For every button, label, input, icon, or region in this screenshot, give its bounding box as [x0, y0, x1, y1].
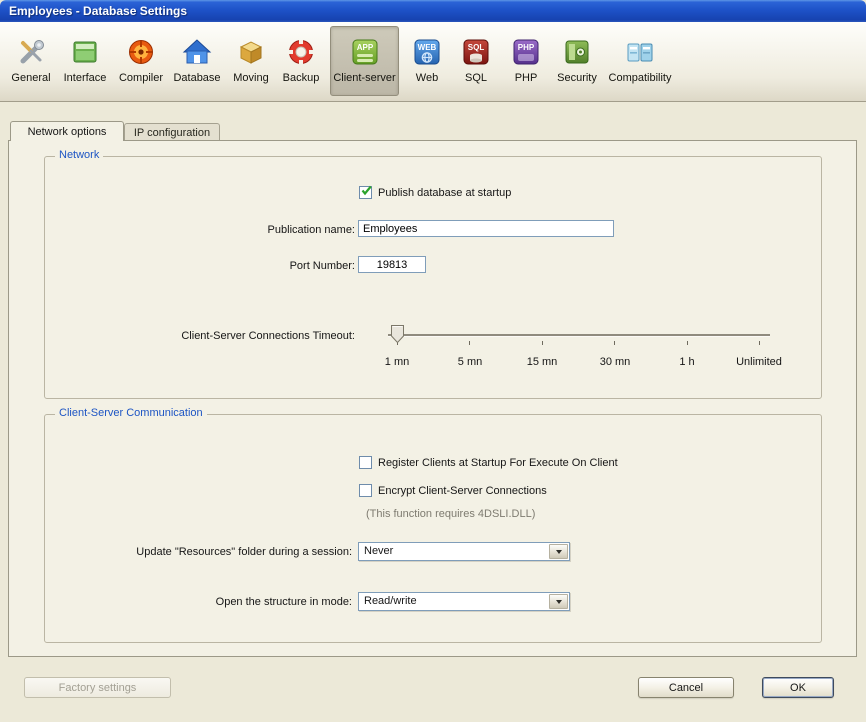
publication-name-label: Publication name: — [150, 224, 355, 236]
toolbar-item-general[interactable]: General — [8, 26, 54, 96]
encrypt-note: (This function requires 4DSLI.DLL) — [366, 508, 535, 520]
toolbar-item-web[interactable]: WEB SQL Web — [410, 26, 444, 96]
slider-tick-label: 30 mn — [600, 356, 631, 368]
toolbar-item-compiler[interactable]: Compiler — [116, 26, 166, 96]
sql-icon: SQL — [460, 36, 492, 68]
client-server-icon: APP — [349, 36, 381, 68]
register-clients-label: Register Clients at Startup For Execute … — [378, 457, 618, 469]
toolbar-item-sql[interactable]: SQL SQL — [459, 26, 493, 96]
timeout-slider-track[interactable] — [388, 334, 770, 336]
publication-name-input[interactable] — [358, 220, 614, 237]
slider-tick — [614, 341, 615, 345]
moving-icon — [235, 36, 267, 68]
toolbar-item-label: Database — [173, 72, 220, 84]
resources-folder-dropdown[interactable]: Never — [358, 542, 570, 561]
structure-mode-label: Open the structure in mode: — [60, 596, 352, 608]
title-bar[interactable]: Employees - Database Settings — [0, 0, 866, 22]
chevron-down-icon — [556, 600, 562, 604]
toolbar-item-database[interactable]: Database — [170, 26, 224, 96]
ok-button[interactable]: OK — [762, 677, 834, 698]
slider-tick-label: 5 mn — [458, 356, 482, 368]
backup-icon — [285, 36, 317, 68]
toolbar-item-label: Backup — [283, 72, 320, 84]
slider-tick-label: Unlimited — [736, 356, 782, 368]
web-icon: WEB — [411, 36, 443, 68]
toolbar-item-label: General — [11, 72, 50, 84]
publish-database-label: Publish database at startup — [378, 187, 511, 199]
toolbar-item-backup[interactable]: Backup — [278, 26, 324, 96]
network-group-legend: Network — [55, 149, 103, 161]
cancel-button[interactable]: Cancel — [638, 677, 734, 698]
toolbar-item-label: Moving — [233, 72, 268, 84]
toolbar-item-label: Compiler — [119, 72, 163, 84]
factory-settings-button[interactable]: Factory settings — [24, 677, 171, 698]
slider-tick-label: 15 mn — [527, 356, 558, 368]
app-badge-text: APP — [356, 43, 373, 52]
toolbar-item-label: SQL — [465, 72, 487, 84]
check-icon — [360, 184, 373, 197]
resources-folder-value: Never — [364, 545, 393, 557]
timeout-slider-thumb[interactable] — [391, 325, 404, 346]
toolbar-item-compatibility[interactable]: Compatibility — [606, 26, 674, 96]
toolbar-item-label: Client-server — [333, 72, 395, 84]
toolbar-item-label: PHP — [515, 72, 538, 84]
toolbar-item-label: Security — [557, 72, 597, 84]
port-number-label: Port Number: — [150, 260, 355, 272]
php-badge-text: PHP — [518, 43, 535, 52]
dropdown-button[interactable] — [549, 544, 568, 559]
database-settings-dialog: Employees - Database Settings General — [0, 0, 866, 722]
tab-ip-configuration[interactable]: IP configuration — [124, 123, 220, 141]
tab-label: Network options — [28, 126, 107, 138]
slider-tick — [469, 341, 470, 345]
sql-badge-text: SQL — [468, 43, 485, 52]
register-clients-checkbox[interactable] — [359, 456, 372, 469]
toolbar-item-security[interactable]: Security — [552, 26, 602, 96]
web-badge-text: WEB — [418, 43, 437, 52]
toolbar-item-moving[interactable]: Moving — [228, 26, 274, 96]
tools-icon — [15, 36, 47, 68]
encrypt-connections-checkbox[interactable] — [359, 484, 372, 497]
compatibility-icon — [624, 36, 656, 68]
window-title: Employees - Database Settings — [9, 4, 187, 18]
resources-folder-label: Update "Resources" folder during a sessi… — [60, 546, 352, 558]
slider-tick — [542, 341, 543, 345]
toolbar-item-label: Interface — [64, 72, 107, 84]
toolbar-item-interface[interactable]: Interface — [57, 26, 113, 96]
chevron-down-icon — [556, 550, 562, 554]
php-icon: PHP — [510, 36, 542, 68]
factory-settings-label: Factory settings — [59, 682, 137, 694]
slider-tick — [759, 341, 760, 345]
toolbar-item-client-server[interactable]: APP Client-server — [330, 26, 399, 96]
port-number-input[interactable] — [358, 256, 426, 273]
slider-tick-label: 1 mn — [385, 356, 409, 368]
encrypt-connections-label: Encrypt Client-Server Connections — [378, 485, 547, 497]
slider-tick — [687, 341, 688, 345]
structure-mode-dropdown[interactable]: Read/write — [358, 592, 570, 611]
toolbar-item-label: Web — [416, 72, 438, 84]
publish-database-checkbox[interactable] — [359, 186, 372, 199]
toolbar-item-label: Compatibility — [609, 72, 672, 84]
tab-label: IP configuration — [134, 127, 210, 139]
ok-label: OK — [790, 682, 806, 694]
interface-icon — [69, 36, 101, 68]
tab-network-options[interactable]: Network options — [10, 121, 124, 141]
database-icon — [181, 36, 213, 68]
cancel-label: Cancel — [669, 682, 703, 694]
settings-toolbar: General Interface — [0, 22, 866, 102]
dropdown-button[interactable] — [549, 594, 568, 609]
compiler-icon — [125, 36, 157, 68]
slider-tick-label: 1 h — [679, 356, 694, 368]
structure-mode-value: Read/write — [364, 595, 417, 607]
security-icon — [561, 36, 593, 68]
communication-group-legend: Client-Server Communication — [55, 407, 207, 419]
toolbar-item-php[interactable]: PHP PHP — [509, 26, 543, 96]
timeout-label: Client-Server Connections Timeout: — [60, 330, 355, 342]
